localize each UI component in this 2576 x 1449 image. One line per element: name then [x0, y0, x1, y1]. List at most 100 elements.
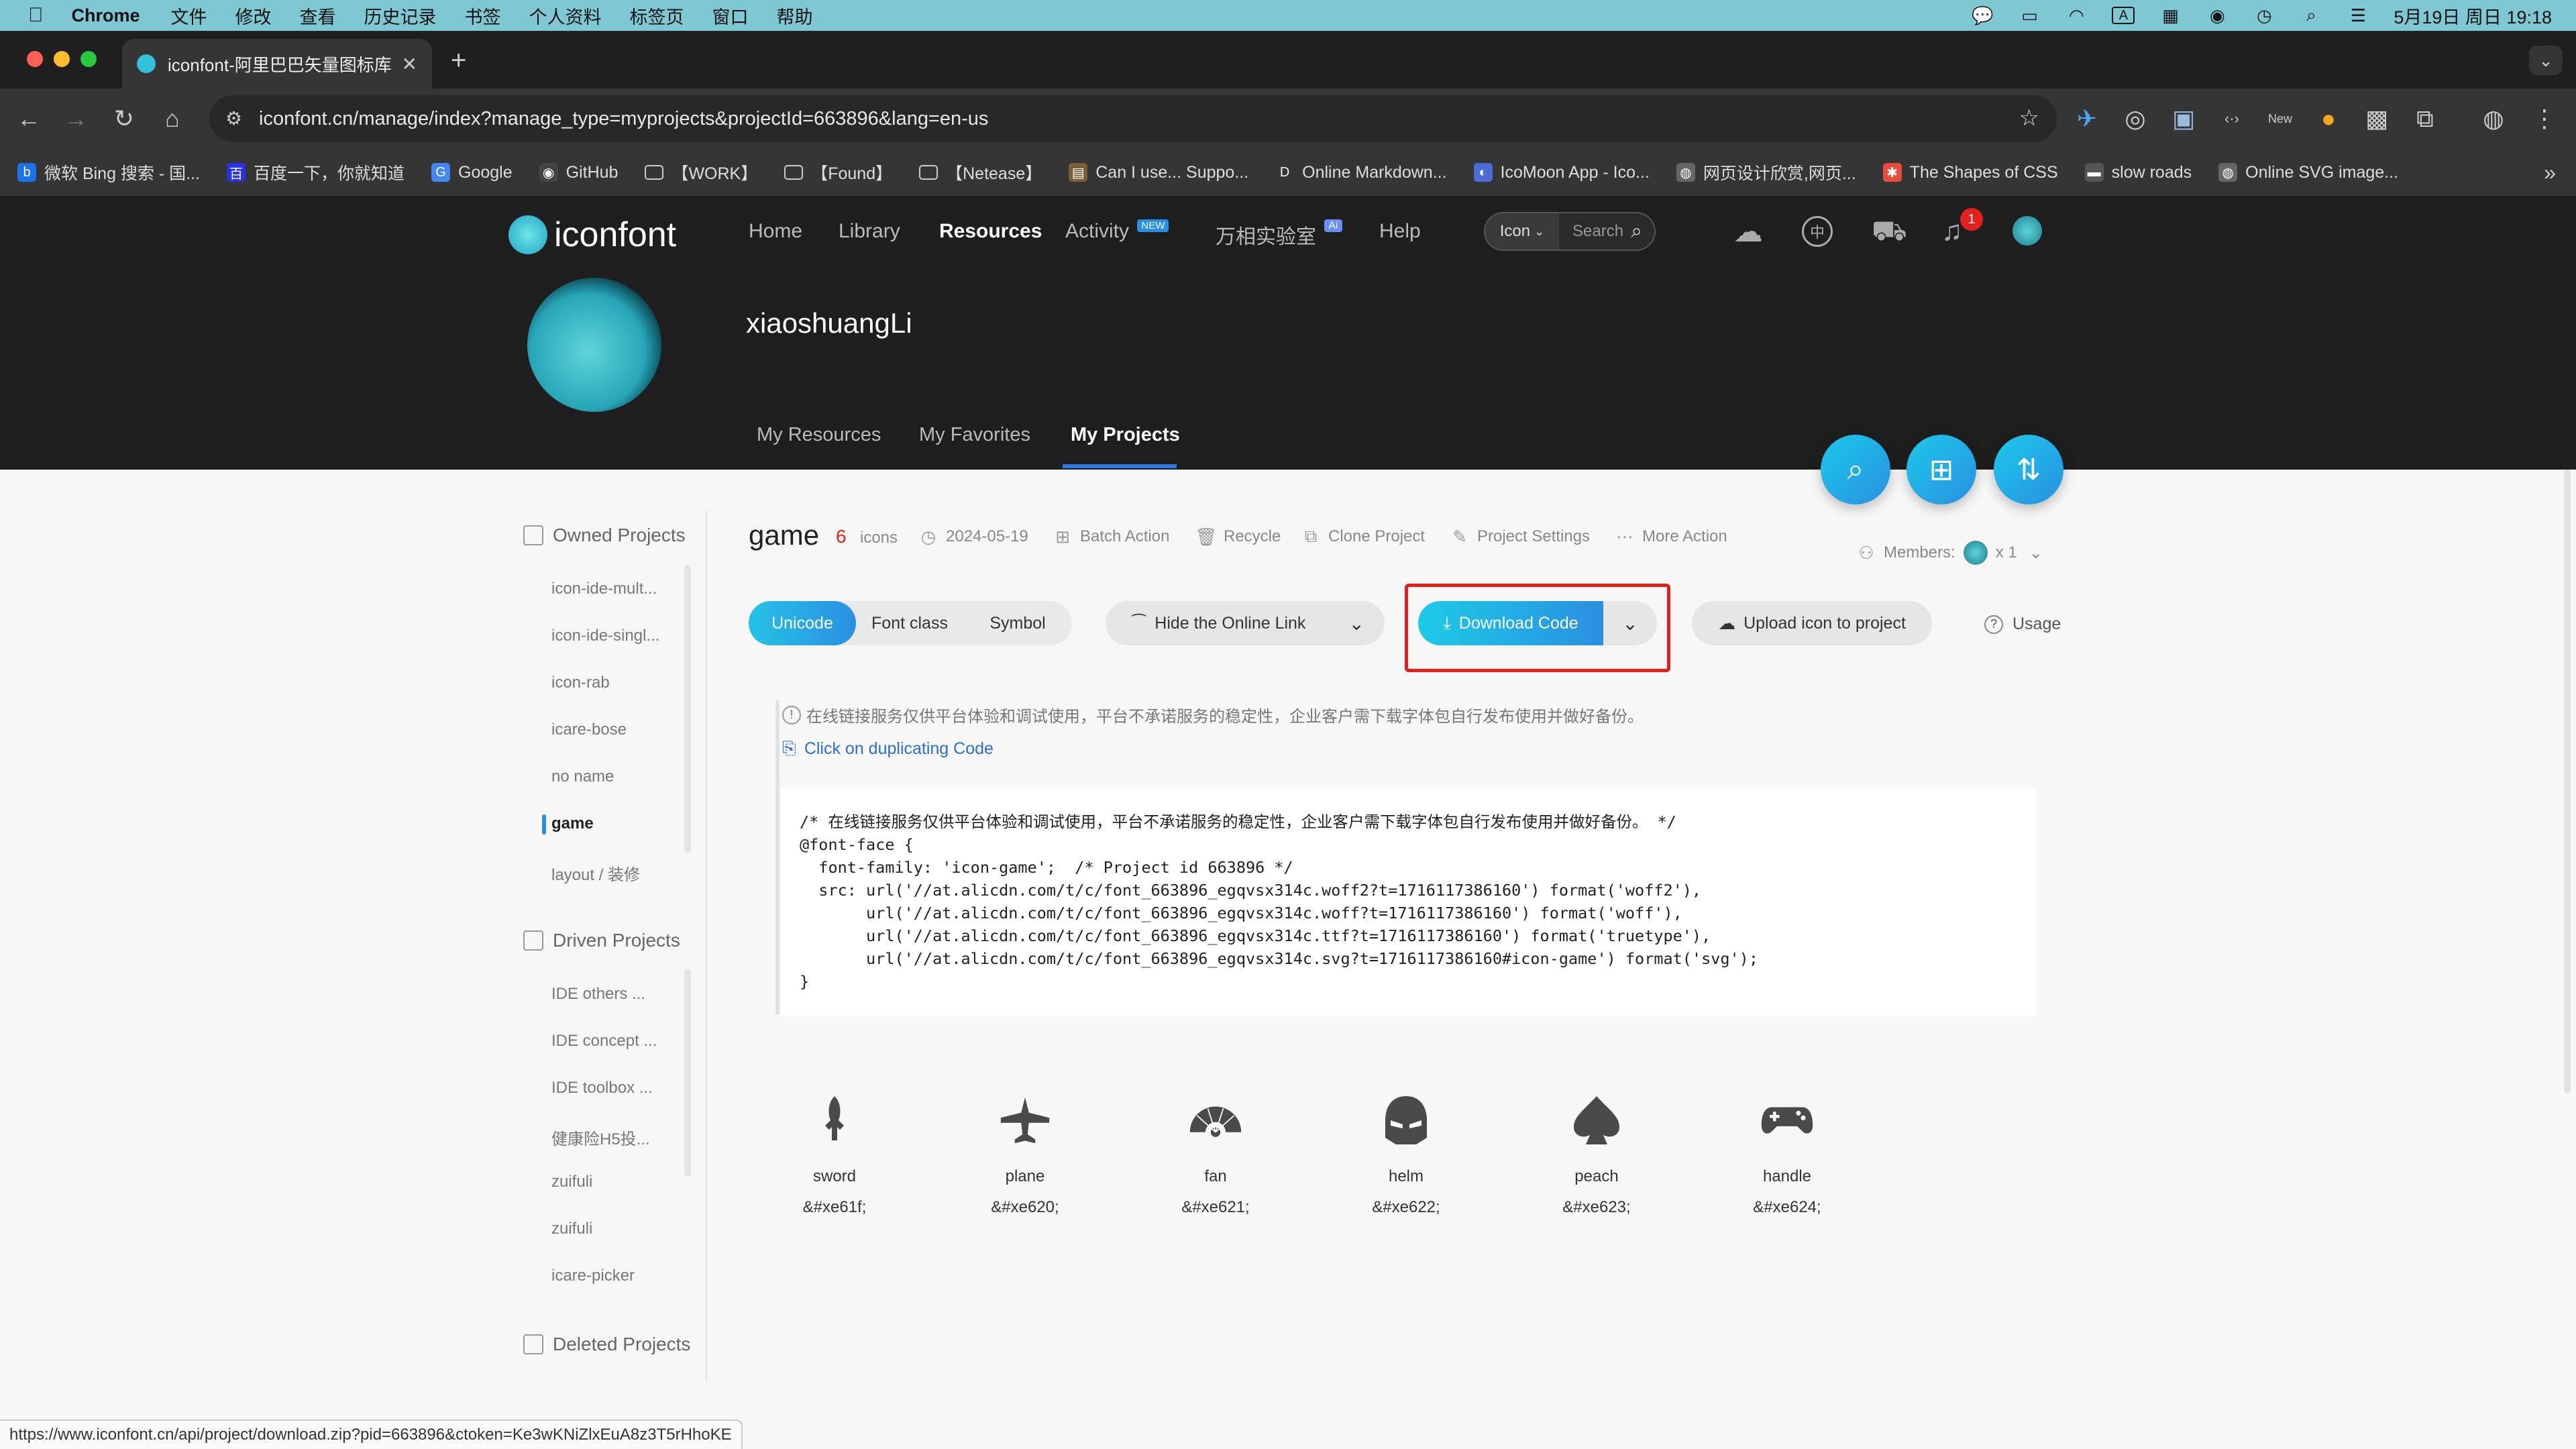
mode-font-class[interactable]: Font class	[856, 601, 963, 645]
extension-1-icon[interactable]: ✈	[2072, 103, 2102, 134]
page-scrollbar[interactable]	[2564, 470, 2571, 1093]
project-item[interactable]: zuifuli	[551, 1220, 592, 1238]
language-switch-icon[interactable]: 中	[1802, 216, 1833, 247]
sort-fab-button[interactable]: ⇅	[1994, 435, 2063, 504]
url-text[interactable]: iconfont.cn/manage/index?manage_type=myp…	[259, 108, 988, 130]
project-item[interactable]: icare-bose	[551, 720, 627, 739]
bookmark-item[interactable]: 【Netease】	[919, 160, 1042, 184]
iconfont-logo[interactable]: iconfont	[508, 215, 676, 255]
menu-file[interactable]: 文件	[171, 3, 207, 29]
time-machine-icon[interactable]: ◷	[2253, 5, 2275, 25]
project-item[interactable]: IDE toolbox ...	[551, 1079, 653, 1097]
bookmark-item[interactable]: ◍ Online SVG image...	[2218, 163, 2398, 182]
project-item[interactable]: layout / 装修	[551, 861, 640, 885]
wechat-icon[interactable]: 💬	[1971, 5, 1994, 25]
mode-unicode[interactable]: Unicode	[749, 601, 856, 645]
project-item[interactable]: IDE concept ...	[551, 1032, 657, 1051]
nav-resources[interactable]: Resources	[939, 220, 1042, 243]
nav-help[interactable]: Help	[1379, 220, 1421, 243]
tab-my-projects[interactable]: My Projects	[1071, 424, 1180, 446]
glyph-card[interactable]: helm &#xe622;	[1326, 1093, 1487, 1217]
hide-online-link-button[interactable]: ⁀ Hide the Online Link ⌄	[1106, 601, 1385, 645]
mode-symbol[interactable]: Symbol	[963, 601, 1072, 645]
menu-profiles[interactable]: 个人资料	[529, 3, 602, 29]
bookmark-star-icon[interactable]: ☆	[2019, 105, 2039, 131]
search-input[interactable]: Search	[1572, 222, 1631, 241]
project-item[interactable]: icare-picker	[551, 1267, 635, 1285]
browser-menu-icon[interactable]: ⋮	[2529, 103, 2560, 134]
site-info-icon[interactable]: ⚙	[225, 107, 242, 129]
extension-2-icon[interactable]: ◎	[2120, 103, 2151, 134]
nav-wanxiang-lab[interactable]: 万相实验室 Ai	[1216, 219, 1342, 250]
tab-my-resources[interactable]: My Resources	[757, 424, 881, 446]
home-icon[interactable]: ⌂	[157, 103, 188, 134]
chevron-down-icon[interactable]: ⌄	[1349, 612, 1364, 635]
bell-icon[interactable]: ♫	[1941, 215, 1963, 247]
extension-new-icon[interactable]: New	[2265, 103, 2296, 134]
tab-search-icon[interactable]: ⌄	[2529, 46, 2563, 75]
search-icon[interactable]: ⌕	[1631, 220, 1642, 243]
menu-app-name[interactable]: Chrome	[72, 5, 140, 26]
forward-icon[interactable]: →	[60, 103, 91, 134]
driven-scrollbar[interactable]	[684, 969, 691, 1177]
upload-cloud-icon[interactable]: ☁	[1733, 215, 1763, 249]
menu-bookmarks[interactable]: 书签	[465, 3, 501, 29]
owned-scrollbar[interactable]	[684, 565, 691, 853]
reload-icon[interactable]: ↻	[109, 103, 140, 134]
project-item[interactable]: icon-rab	[551, 674, 610, 692]
tab-my-favorites[interactable]: My Favorites	[919, 424, 1030, 446]
clone-project-button[interactable]: ⧉ Clone Project	[1301, 526, 1425, 546]
usage-link[interactable]: ? Usage	[1984, 614, 2061, 634]
menu-view[interactable]: 查看	[300, 3, 336, 29]
copy-code-link[interactable]: ⎘ Click on duplicating Code	[782, 738, 994, 759]
upload-icon-button[interactable]: ☁ Upload icon to project	[1692, 601, 1932, 645]
font-face-code-block[interactable]: /* 在线链接服务仅供平台体验和调试使用，平台不承诺服务的稳定性，企业客户需下载…	[781, 788, 2035, 1016]
project-item[interactable]: 健康险H5投...	[551, 1126, 650, 1149]
new-project-fab-button[interactable]: ⊞	[1907, 435, 1976, 504]
bookmark-item[interactable]: 【WORK】	[645, 160, 757, 184]
glyph-card[interactable]: plane &#xe620;	[945, 1093, 1106, 1217]
bookmark-item[interactable]: ▬ slow roads	[2084, 163, 2192, 182]
cart-icon[interactable]: ⛟	[1872, 215, 1907, 251]
bookmark-item[interactable]: ◍ 网页设计欣赏,网页...	[1676, 160, 1856, 184]
project-item[interactable]: IDE others ...	[551, 985, 645, 1004]
glyph-card[interactable]: peach &#xe623;	[1516, 1093, 1677, 1217]
nav-home[interactable]: Home	[749, 220, 802, 243]
extensions-puzzle-icon[interactable]: ⧉	[2410, 103, 2440, 134]
members-control[interactable]: ⚇ Members: x 1 ⌄	[1857, 541, 2043, 565]
close-window-button[interactable]	[27, 51, 43, 67]
wifi-icon[interactable]: ◠	[2065, 5, 2088, 25]
battery-icon[interactable]: ▭	[2018, 5, 2041, 25]
input-source-icon[interactable]: A	[2112, 7, 2135, 24]
menu-edit[interactable]: 修改	[235, 3, 272, 29]
user-icon[interactable]: ◉	[2206, 5, 2229, 25]
menu-history[interactable]: 历史记录	[364, 3, 437, 29]
bookmark-item[interactable]: G Google	[431, 163, 513, 182]
recycle-button[interactable]: 🗑 Recycle	[1195, 527, 1281, 547]
extension-4-icon[interactable]: ‹·›	[2216, 103, 2247, 134]
project-item[interactable]: no name	[551, 767, 614, 786]
download-code-button[interactable]: ⤓ Download Code	[1418, 601, 1603, 645]
project-item[interactable]: icon-ide-singl...	[551, 627, 659, 645]
project-settings-button[interactable]: ✎ Project Settings	[1450, 527, 1590, 547]
maximize-window-button[interactable]	[80, 51, 97, 67]
minimize-window-button[interactable]	[54, 51, 70, 67]
project-item[interactable]: icon-ide-mult...	[551, 580, 657, 598]
control-center-icon[interactable]: ☰	[2347, 5, 2369, 25]
bookmark-item[interactable]: 【Found】	[784, 160, 892, 184]
search-fab-button[interactable]: ⌕	[1821, 435, 1890, 504]
project-item-active[interactable]: game	[551, 814, 594, 833]
glyph-card[interactable]: handle &#xe624;	[1707, 1093, 1868, 1217]
back-icon[interactable]: ←	[13, 103, 44, 134]
nav-library[interactable]: Library	[839, 220, 900, 243]
new-tab-icon[interactable]: +	[451, 46, 466, 76]
spotlight-icon[interactable]: ⌕	[2300, 5, 2322, 25]
batch-action-button[interactable]: ⊞ Batch Action	[1053, 527, 1169, 547]
browser-tab-active[interactable]: iconfont-阿里巴巴矢量图标库 ✕	[122, 39, 432, 89]
menu-window[interactable]: 窗口	[712, 3, 749, 29]
extension-qr-icon[interactable]: ▩	[2361, 103, 2392, 134]
bookmark-item[interactable]: ✱ The Shapes of CSS	[1882, 163, 2058, 182]
apple-menu-icon[interactable]: 	[28, 4, 44, 27]
address-bar[interactable]: ⚙ iconfont.cn/manage/index?manage_type=m…	[209, 95, 2057, 142]
menu-clock[interactable]: 5月19日 周日 19:18	[2394, 3, 2552, 29]
